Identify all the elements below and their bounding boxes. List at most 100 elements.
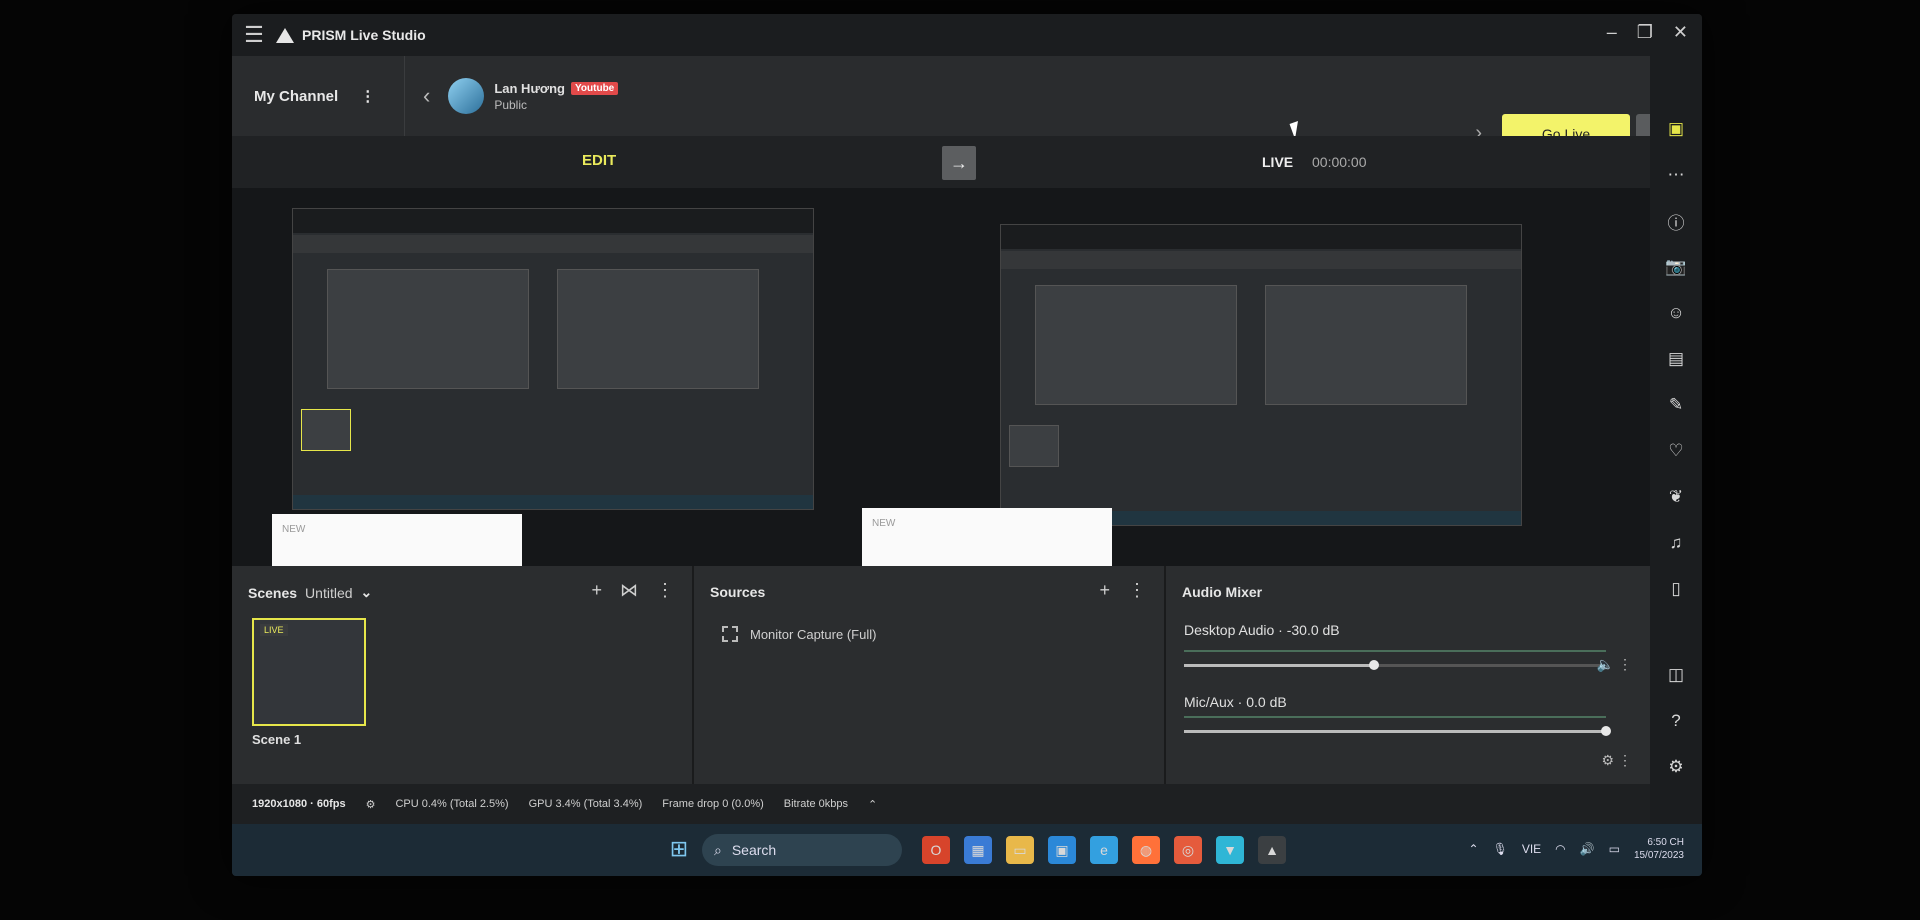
monitor-capture-icon (722, 626, 738, 642)
store-icon[interactable]: ▣ (1048, 836, 1076, 864)
edit-mode-label: EDIT (582, 152, 617, 169)
channel-visibility: Public (494, 97, 528, 112)
virtual-background-icon[interactable]: ▤ (1663, 346, 1689, 372)
live-mode-label: LIVE (1262, 154, 1294, 170)
channel-bar: My Channel ⋮ ‹ Lan Hương Youtube Public (232, 56, 1650, 136)
desktop-audio-slider[interactable] (1184, 660, 1606, 670)
resolution-fps: 1920x1080 · 60fps (252, 798, 346, 810)
monitor-screen: ☰ PRISM Live Studio – ❐ ✕ My Channel ⋮ ‹… (232, 14, 1702, 876)
avatar[interactable] (448, 78, 485, 114)
cpu-usage: CPU 0.4% (Total 2.5%) (395, 798, 509, 810)
clock-time: 6:50 CH (1647, 837, 1684, 848)
windows-taskbar: ⊞ ⌕ Search O ▦ ▭ ▣ e ◍ ◎ ▼ ▲ ⌃ 🎙 VIE ◠ 🔊… (232, 824, 1702, 876)
window-controls: – ❐ ✕ (1607, 22, 1688, 43)
more-vertical-icon[interactable]: ⋮ (1128, 580, 1146, 601)
platform-badge: Youtube (570, 81, 619, 95)
source-label: Monitor Capture (Full) (750, 626, 877, 642)
opera-icon[interactable]: O (922, 836, 950, 864)
app-title: PRISM Live Studio (302, 27, 426, 43)
chevron-left-icon[interactable]: ‹ (423, 83, 430, 109)
chevron-up-icon[interactable]: ⌃ (868, 798, 877, 811)
dock-panels: Scenes Untitled ⌄ + ⋈ ⋮ LIVE Scene 1 Sou… (232, 566, 1650, 784)
info-icon[interactable]: ⓘ (1663, 208, 1689, 234)
wifi-icon[interactable]: ◠ (1555, 842, 1565, 856)
mic-aux-label: Mic/Aux · 0.0 dB (1184, 694, 1287, 710)
more-vertical-icon[interactable]: ⋮ (360, 87, 375, 105)
taskbar-apps: O ▦ ▭ ▣ e ◍ ◎ ▼ ▲ (922, 836, 1286, 864)
scene-collection-select[interactable]: Untitled (305, 585, 352, 601)
gpu-usage: GPU 3.4% (Total 3.4%) (528, 798, 643, 810)
restore-icon[interactable]: ❐ (1637, 22, 1653, 43)
settings-gear-icon[interactable]: ⚙ (366, 798, 376, 811)
bitrate: Bitrate 0kbps (783, 798, 848, 810)
leaf-icon[interactable]: ❦ (1663, 484, 1689, 510)
edit-preview[interactable] (292, 208, 814, 510)
close-icon[interactable]: ✕ (1673, 22, 1688, 43)
taskbar-search[interactable]: ⌕ Search (702, 834, 902, 866)
new-tooltip[interactable]: NEW (272, 514, 522, 572)
add-scene-icon[interactable]: + (591, 580, 602, 601)
mobile-icon[interactable]: ▯ (1663, 576, 1689, 602)
app-icon[interactable]: ◎ (1174, 836, 1202, 864)
sources-panel: Sources + ⋮ Monitor Capture (Full) (694, 566, 1166, 784)
volume-icon[interactable]: 🔊 (1580, 842, 1595, 856)
more-horizontal-icon[interactable]: ⋯ (1663, 162, 1689, 188)
drawing-icon[interactable]: ✎ (1663, 392, 1689, 418)
scenes-title: Scenes (248, 584, 298, 601)
taskbar-clock[interactable]: 6:50 CH 15/07/2023 (1634, 836, 1684, 862)
help-icon[interactable]: ? (1663, 708, 1689, 734)
search-label: Search (731, 842, 777, 858)
scene-label[interactable]: Scene 1 (252, 732, 301, 747)
layout-icon[interactable]: ◫ (1663, 662, 1689, 688)
add-source-icon[interactable]: + (1099, 580, 1110, 601)
live-badge: LIVE (260, 624, 288, 636)
audio-mixer-title: Audio Mixer (1182, 584, 1263, 600)
app-icon-2[interactable]: ▼ (1216, 836, 1244, 864)
title-bar: ☰ PRISM Live Studio – ❐ ✕ (232, 14, 1702, 56)
my-channel[interactable]: My Channel ⋮ (232, 87, 404, 106)
hamburger-menu-icon[interactable]: ☰ (232, 22, 276, 48)
new-tooltip-2[interactable]: NEW (862, 508, 1112, 572)
camera-icon[interactable]: 📷 (1663, 254, 1689, 280)
scene-thumbnail[interactable]: LIVE (252, 618, 366, 726)
music-icon[interactable]: ♫ (1663, 530, 1689, 556)
widgets-icon[interactable]: ▦ (964, 836, 992, 864)
chevron-down-icon[interactable]: ⌄ (361, 584, 373, 601)
file-explorer-icon[interactable]: ▭ (1006, 836, 1034, 864)
minimize-icon[interactable]: – (1607, 22, 1617, 43)
my-channel-label: My Channel (254, 87, 339, 105)
mixer-settings-icon[interactable]: ⚙ ⋮ (1602, 752, 1632, 769)
windows-start-icon[interactable]: ⊞ (666, 836, 692, 862)
more-vertical-icon[interactable]: ⋮ (656, 580, 674, 601)
chevron-up-icon[interactable]: ⌃ (1469, 842, 1479, 856)
beauty-icon[interactable]: ☺ (1663, 300, 1689, 326)
settings-icon[interactable]: ⚙ (1663, 754, 1689, 780)
scenes-panel: Scenes Untitled ⌄ + ⋈ ⋮ LIVE Scene 1 (232, 566, 694, 784)
clock-date: 15/07/2023 (1633, 850, 1684, 861)
live-timer: 00:00:00 (1312, 154, 1367, 170)
status-bar: 1920x1080 · 60fps ⚙ CPU 0.4% (Total 2.5%… (232, 784, 1650, 824)
desktop-audio-label: Desktop Audio · -30.0 dB (1184, 622, 1340, 638)
heart-icon[interactable]: ♡ (1663, 438, 1689, 464)
microphone-icon[interactable]: 🎙 (1493, 842, 1508, 856)
system-tray: ⌃ 🎙 VIE ◠ 🔊 ▭ 6:50 CH 15/07/2023 (1469, 836, 1684, 862)
transition-icon[interactable]: ⋈ (620, 580, 638, 601)
sources-title: Sources (710, 584, 766, 600)
source-item[interactable]: Monitor Capture (Full) (722, 626, 876, 642)
chat-icon[interactable]: ▣ (1663, 116, 1689, 142)
edge-icon[interactable]: e (1090, 836, 1118, 864)
channel-info: Lan Hương Youtube Public (494, 81, 619, 112)
mic-aux-slider[interactable] (1184, 726, 1611, 736)
switch-scene-button[interactable]: → (942, 146, 976, 180)
live-preview[interactable] (1000, 224, 1522, 526)
language-indicator[interactable]: VIE (1522, 842, 1541, 856)
frame-drop: Frame drop 0 (0.0%) (662, 798, 764, 810)
battery-icon[interactable]: ▭ (1609, 842, 1620, 856)
prism-taskbar-icon[interactable]: ▲ (1258, 836, 1286, 864)
mode-bar: EDIT → LIVE 00:00:00 (232, 136, 1650, 188)
app-logo: PRISM Live Studio (276, 27, 426, 43)
speaker-icon[interactable]: 🔈 ⋮ (1597, 656, 1632, 673)
preview-area: NEW NEW (232, 188, 1650, 572)
prism-logo-icon (276, 27, 294, 43)
firefox-icon[interactable]: ◍ (1132, 836, 1160, 864)
